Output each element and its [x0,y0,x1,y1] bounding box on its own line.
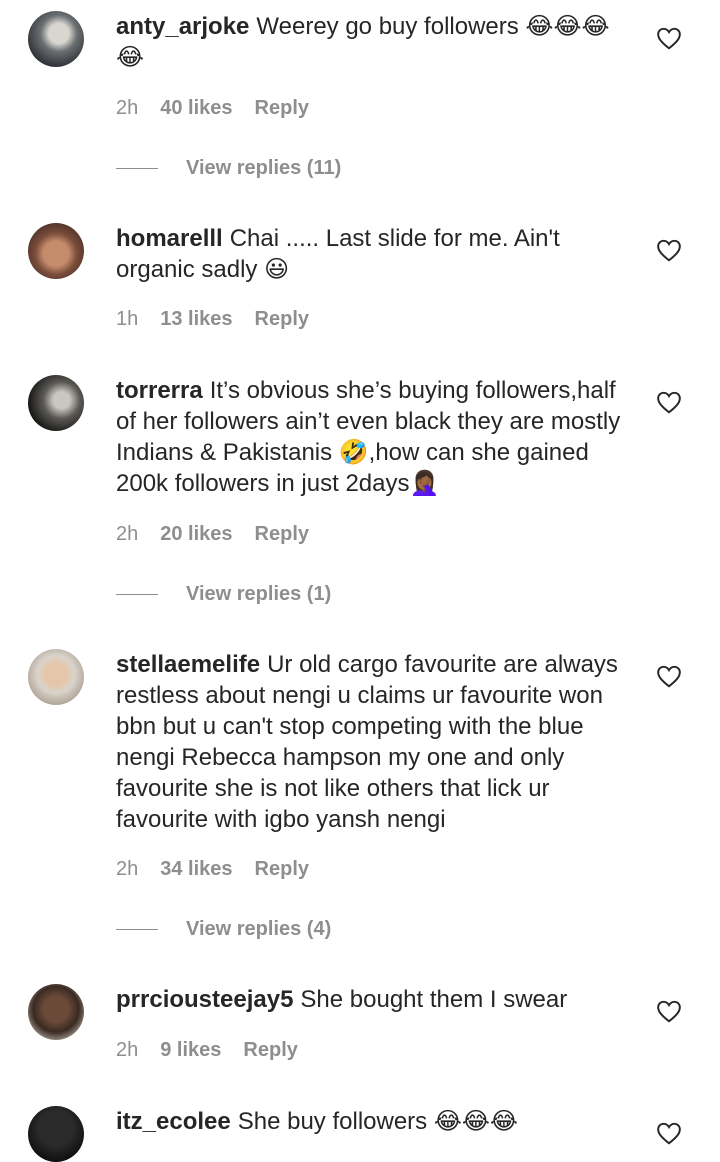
avatar[interactable] [28,649,84,705]
timestamp: 2h [116,858,139,880]
username[interactable]: anty_arjoke [116,13,249,40]
heart-icon[interactable] [656,390,682,414]
reply-button[interactable]: Reply [255,523,309,546]
likes-count[interactable]: 9 likes [160,1039,221,1062]
username[interactable]: prrciousteejay5 [116,986,293,1013]
avatar[interactable] [28,223,84,279]
divider-line [116,167,158,170]
reply-button[interactable]: Reply [243,1039,297,1062]
view-replies-row: View replies (4) [116,918,331,941]
avatar[interactable] [28,1106,84,1162]
timestamp: 2h [116,523,139,545]
view-replies-row: View replies (11) [116,157,341,180]
comment-text: stellaemelife Ur old cargo favourite are … [116,649,626,835]
username[interactable]: torrerra [116,377,203,404]
avatar[interactable] [28,11,84,67]
comment-text: prrciousteejay5 She bought them I swear [116,984,626,1015]
view-replies-button[interactable]: View replies (11) [186,157,341,180]
comment-text: itz_ecolee She buy followers 😂😂😂 [116,1106,626,1137]
comment-text: anty_arjoke Weerey go buy followers 😂😂😂😂 [116,11,626,73]
comment-body: She buy followers 😂😂😂 [237,1108,518,1135]
comment-meta: 1h 13 likes Reply [116,308,309,331]
timestamp: 1h [116,308,139,330]
view-replies-row: View replies (1) [116,583,331,606]
comment-body: She bought them I swear [300,986,568,1013]
username[interactable]: itz_ecolee [116,1108,231,1135]
reply-button[interactable]: Reply [255,858,309,881]
likes-count[interactable]: 20 likes [160,523,232,546]
comment-meta: 2h 20 likes Reply [116,523,309,546]
heart-icon[interactable] [656,999,682,1023]
likes-count[interactable]: 40 likes [160,97,232,120]
heart-icon[interactable] [656,1121,682,1145]
view-replies-button[interactable]: View replies (1) [186,583,331,606]
view-replies-button[interactable]: View replies (4) [186,918,331,941]
reply-button[interactable]: Reply [255,308,309,331]
timestamp: 2h [116,1039,139,1061]
reply-button[interactable]: Reply [255,97,309,120]
username[interactable]: stellaemelife [116,651,260,678]
timestamp: 2h [116,97,139,119]
avatar[interactable] [28,984,84,1040]
divider-line [116,928,158,931]
heart-icon[interactable] [656,238,682,262]
heart-icon[interactable] [656,664,682,688]
comment-body: Ur old cargo favourite are always restle… [116,651,618,833]
comment-text: homarelll Chai ..... Last slide for me. A… [116,223,626,285]
likes-count[interactable]: 13 likes [160,308,232,331]
comment-text: torrerra It’s obvious she’s buying follow… [116,375,626,499]
avatar[interactable] [28,375,84,431]
comment-meta: 2h 34 likes Reply [116,858,309,881]
username[interactable]: homarelll [116,225,223,252]
comment-meta: 2h 40 likes Reply [116,97,309,120]
heart-icon[interactable] [656,26,682,50]
likes-count[interactable]: 34 likes [160,858,232,881]
comment-meta: 2h 9 likes Reply [116,1039,298,1062]
divider-line [116,593,158,596]
